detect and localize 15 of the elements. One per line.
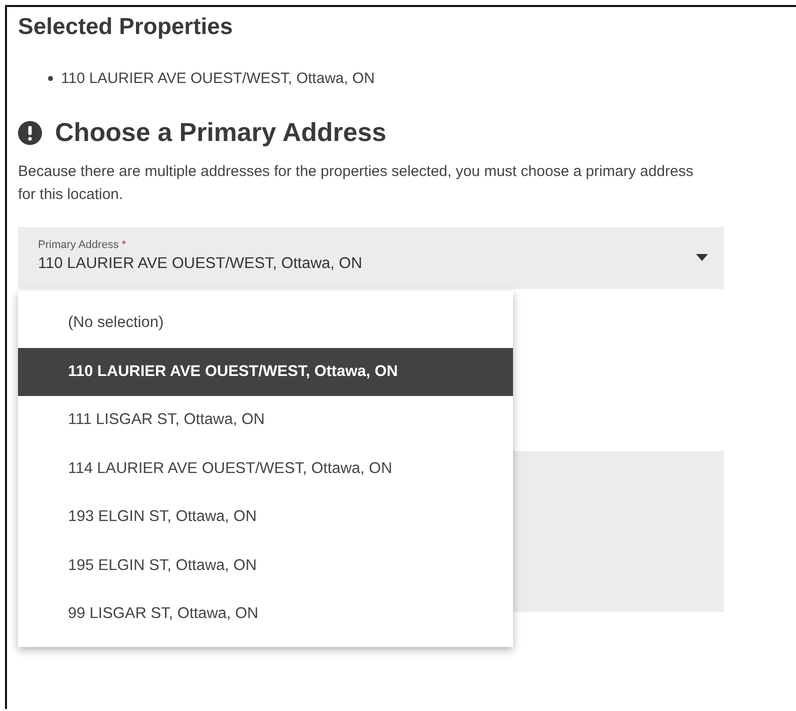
menu-option[interactable]: 110 LAURIER AVE OUEST/WEST, Ottawa, ON <box>18 348 513 396</box>
menu-option[interactable]: 111 LISGAR ST, Ottawa, ON <box>18 396 513 444</box>
description-text: Because there are multiple addresses for the properties selected, you must choose a primary address for this location. <box>18 162 694 205</box>
section-title: Choose a Primary Address <box>55 117 386 148</box>
menu-option[interactable]: (No selection) <box>18 299 513 348</box>
primary-address-select[interactable]: Primary Address * 110 LAURIER AVE OUEST/WEST, Ottawa, ON <box>18 227 724 289</box>
section-title: Selected Properties <box>18 13 234 40</box>
property-address: 110 LAURIER AVE OUEST/WEST, Ottawa, ON <box>61 70 375 87</box>
caret-icon <box>696 254 708 261</box>
menu-option[interactable]: 114 LAURIER AVE OUEST/WEST, Ottawa, ON <box>18 444 513 493</box>
menu-option[interactable]: 193 ELGIN ST, Ottawa, ON <box>18 493 513 542</box>
menu-option[interactable]: 99 LISGAR ST, Ottawa, ON <box>18 590 513 638</box>
menu-option[interactable]: 195 ELGIN ST, Ottawa, ON <box>18 542 513 590</box>
bullet-icon <box>48 76 53 81</box>
alert-icon <box>18 120 42 144</box>
